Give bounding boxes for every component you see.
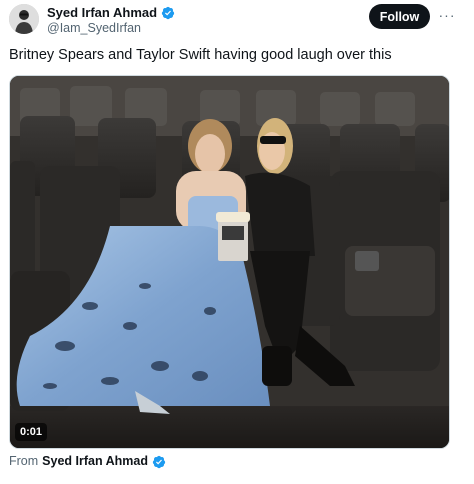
verified-badge-icon	[152, 455, 166, 469]
author-handle[interactable]: @Iam_SyedIrfan	[47, 21, 141, 36]
avatar[interactable]	[9, 4, 39, 34]
avatar-image	[9, 4, 39, 34]
video-timestamp: 0:01	[15, 423, 48, 441]
follow-button[interactable]: Follow	[369, 4, 430, 29]
tweet: Syed Irfan Ahmad @Iam_SyedIrfan Follow ·…	[0, 0, 474, 484]
video-player[interactable]: 0:01	[9, 75, 450, 449]
source-from-label: From	[9, 454, 39, 468]
tweet-text: Britney Spears and Taylor Swift having g…	[9, 47, 392, 63]
video-frame	[10, 76, 449, 448]
more-options-icon[interactable]: ···	[437, 8, 457, 22]
verified-badge-icon	[161, 6, 175, 20]
author-display-name[interactable]: Syed Irfan Ahmad	[47, 5, 157, 20]
author-name-row: Syed Irfan Ahmad	[47, 5, 175, 20]
source-author-name[interactable]: Syed Irfan Ahmad	[42, 454, 148, 469]
source-attribution: From Syed Irfan Ahmad	[9, 454, 166, 469]
